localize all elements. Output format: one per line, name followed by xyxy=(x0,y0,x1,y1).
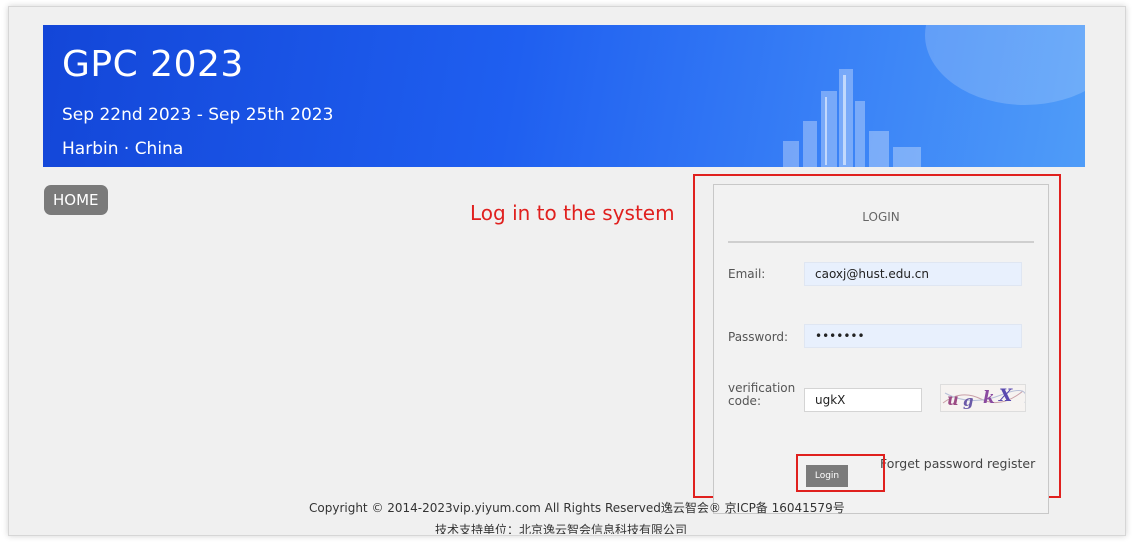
login-divider xyxy=(728,241,1034,243)
register-link[interactable]: register xyxy=(987,456,1035,471)
password-label: Password: xyxy=(728,330,789,344)
email-field[interactable]: caoxj@hust.edu.cn xyxy=(804,262,1022,286)
login-heading: LOGIN xyxy=(862,210,900,224)
city-skyline-illustration xyxy=(783,69,921,167)
footer-support: 技术支持单位：北京逸云智会信息科技有限公司 xyxy=(435,523,688,534)
verification-label-line2: code: xyxy=(728,394,761,408)
conference-title: GPC 2023 xyxy=(62,44,244,85)
annotation-highlight-login-button xyxy=(796,454,885,492)
captcha-graphic: u g k X xyxy=(942,386,1027,410)
captcha-image[interactable]: u g k X xyxy=(940,384,1027,412)
banner-glow xyxy=(925,25,1085,105)
conference-banner: GPC 2023 Sep 22nd 2023 - Sep 25th 2023 H… xyxy=(43,25,1085,167)
forgot-password-link[interactable]: Forget password xyxy=(880,456,983,471)
footer-copyright: Copyright © 2014-2023vip.yiyum.com All R… xyxy=(309,501,845,515)
verification-code-input[interactable]: ugkX xyxy=(804,388,922,412)
email-label: Email: xyxy=(728,267,766,281)
svg-text:X: X xyxy=(998,386,1013,406)
annotation-label: Log in to the system xyxy=(470,201,675,225)
password-field[interactable]: ••••••• xyxy=(804,324,1022,348)
svg-text:u: u xyxy=(947,390,959,409)
home-button[interactable]: HOME xyxy=(44,185,108,215)
conference-location: Harbin · China xyxy=(62,139,184,159)
svg-text:k: k xyxy=(983,388,995,408)
svg-text:g: g xyxy=(963,392,974,410)
conference-dates: Sep 22nd 2023 - Sep 25th 2023 xyxy=(62,105,334,125)
browser-viewport: GPC 2023 Sep 22nd 2023 - Sep 25th 2023 H… xyxy=(8,6,1126,536)
